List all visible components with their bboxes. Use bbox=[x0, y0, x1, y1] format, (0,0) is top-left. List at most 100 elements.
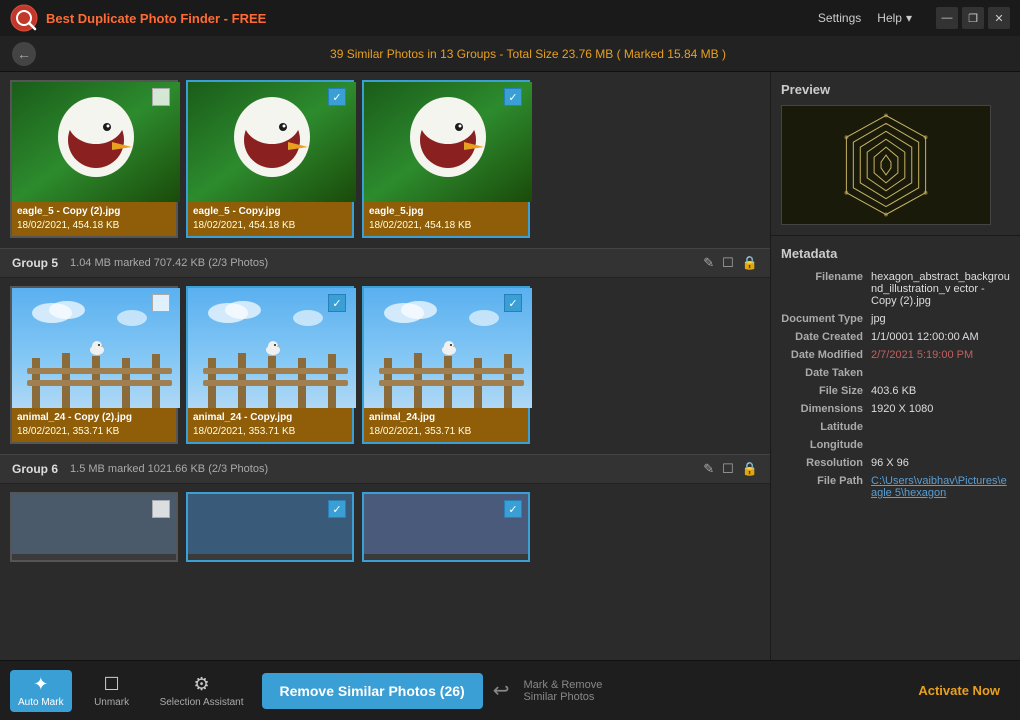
photos-panel[interactable]: eagle_5 - Copy (2).jpg 18/02/2021, 454.1… bbox=[0, 72, 770, 660]
metadata-latitude-row: Latitude bbox=[781, 421, 1010, 433]
metadata-filesize-row: File Size 403.6 KB bbox=[781, 385, 1010, 397]
group-6-container: Group 6 1.5 MB marked 1021.66 KB (2/3 Ph… bbox=[0, 454, 770, 570]
meta-filepath-label: File Path bbox=[781, 475, 871, 499]
meta-datecreated-value: 1/1/0001 12:00:00 AM bbox=[871, 331, 1010, 343]
photo-checkbox[interactable]: ✓ bbox=[504, 500, 522, 518]
photo-card[interactable]: ✓ bbox=[362, 492, 530, 562]
photo-checkbox[interactable]: ✓ bbox=[328, 500, 346, 518]
meta-filename-value: hexagon_abstract_background_illustration… bbox=[871, 271, 1010, 307]
photo-card[interactable]: animal_24 - Copy (2).jpg 18/02/2021, 353… bbox=[10, 286, 178, 444]
metadata-longitude-row: Longitude bbox=[781, 439, 1010, 451]
photo-caption: eagle_5 - Copy (2).jpg 18/02/2021, 454.1… bbox=[12, 202, 176, 236]
group-5-photos: animal_24 - Copy (2).jpg 18/02/2021, 353… bbox=[0, 278, 770, 452]
metadata-dimensions-row: Dimensions 1920 X 1080 bbox=[781, 403, 1010, 415]
meta-datetaken-value bbox=[871, 367, 1010, 379]
app-logo bbox=[10, 4, 38, 32]
group-6-actions: ✎ ☐ 🔒 bbox=[703, 461, 758, 477]
group-5-container: Group 5 1.04 MB marked 707.42 KB (2/3 Ph… bbox=[0, 248, 770, 452]
preview-image bbox=[781, 105, 991, 225]
remove-similar-button[interactable]: Remove Similar Photos (26) bbox=[262, 673, 483, 709]
metadata-filepath-row: File Path C:\Users\vaibhav\Pictures\eagl… bbox=[781, 475, 1010, 499]
selection-assistant-label: Selection Assistant bbox=[160, 697, 244, 708]
meta-datemodified-label: Date Modified bbox=[781, 349, 871, 361]
photo-caption: animal_24.jpg 18/02/2021, 353.71 KB bbox=[364, 408, 528, 442]
group-6-photos: ✓ ✓ bbox=[0, 484, 770, 570]
settings-button[interactable]: Settings bbox=[818, 11, 861, 25]
group-4-photos: eagle_5 - Copy (2).jpg 18/02/2021, 454.1… bbox=[0, 72, 770, 246]
minimize-button[interactable]: — bbox=[936, 7, 958, 29]
group-select-icon[interactable]: ☐ bbox=[722, 255, 734, 271]
metadata-doctype-row: Document Type jpg bbox=[781, 313, 1010, 325]
selection-assistant-tool[interactable]: ⚙ Selection Assistant bbox=[152, 670, 252, 712]
unmark-tool[interactable]: ☐ Unmark bbox=[82, 670, 142, 712]
photo-card[interactable] bbox=[10, 492, 178, 562]
group-select-icon[interactable]: ☐ bbox=[722, 461, 734, 477]
photo-checkbox[interactable]: ✓ bbox=[504, 294, 522, 312]
titlebar-left: Best Duplicate Photo Finder - FREE bbox=[10, 4, 266, 32]
preview-title: Preview bbox=[781, 82, 1010, 97]
photo-card[interactable]: ✓ bbox=[362, 286, 530, 444]
mark-remove-hint: Mark & Remove Similar Photos bbox=[523, 679, 602, 703]
meta-longitude-value bbox=[871, 439, 1010, 451]
close-button[interactable]: ✕ bbox=[988, 7, 1010, 29]
metadata-datecreated-row: Date Created 1/1/0001 12:00:00 AM bbox=[781, 331, 1010, 343]
group-6-header: Group 6 1.5 MB marked 1021.66 KB (2/3 Ph… bbox=[0, 454, 770, 484]
meta-filename-label: Filename bbox=[781, 271, 871, 307]
metadata-resolution-row: Resolution 96 X 96 bbox=[781, 457, 1010, 469]
auto-mark-label: Auto Mark bbox=[18, 697, 64, 708]
photo-checkbox[interactable] bbox=[152, 88, 170, 106]
group-5-actions: ✎ ☐ 🔒 bbox=[703, 255, 758, 271]
group-edit-icon[interactable]: ✎ bbox=[703, 461, 714, 477]
photo-card[interactable]: ✓ bbox=[186, 286, 354, 444]
metadata-title: Metadata bbox=[781, 246, 1010, 261]
meta-dimensions-label: Dimensions bbox=[781, 403, 871, 415]
meta-resolution-value: 96 X 96 bbox=[871, 457, 1010, 469]
photo-checkbox[interactable]: ✓ bbox=[504, 88, 522, 106]
titlebar: Best Duplicate Photo Finder - FREE Setti… bbox=[0, 0, 1020, 36]
help-button[interactable]: Help ▾ bbox=[877, 11, 912, 25]
meta-filesize-value: 403.6 KB bbox=[871, 385, 1010, 397]
photo-card[interactable]: ✓ bbox=[362, 80, 530, 238]
meta-latitude-value bbox=[871, 421, 1010, 433]
meta-doctype-label: Document Type bbox=[781, 313, 871, 325]
meta-datetaken-label: Date Taken bbox=[781, 367, 871, 379]
activate-now-button[interactable]: Activate Now bbox=[918, 683, 1000, 698]
meta-filepath-value[interactable]: C:\Users\vaibhav\Pictures\eagle 5\hexago… bbox=[871, 475, 1010, 499]
metadata-datemodified-row: Date Modified 2/7/2021 5:19:00 PM bbox=[781, 349, 1010, 361]
app-title: Best Duplicate Photo Finder - FREE bbox=[46, 11, 266, 26]
auto-mark-tool[interactable]: ✦ Auto Mark bbox=[10, 670, 72, 712]
metadata-section: Metadata Filename hexagon_abstract_backg… bbox=[771, 236, 1020, 660]
main-area: eagle_5 - Copy (2).jpg 18/02/2021, 454.1… bbox=[0, 72, 1020, 660]
subheader: ← 39 Similar Photos in 13 Groups - Total… bbox=[0, 36, 1020, 72]
photo-caption: eagle_5.jpg 18/02/2021, 454.18 KB bbox=[364, 202, 528, 236]
group-6-name: Group 6 bbox=[12, 462, 58, 476]
photo-caption: animal_24 - Copy.jpg 18/02/2021, 353.71 … bbox=[188, 408, 352, 442]
photo-card[interactable]: eagle_5 - Copy (2).jpg 18/02/2021, 454.1… bbox=[10, 80, 178, 238]
photo-caption: animal_24 - Copy (2).jpg 18/02/2021, 353… bbox=[12, 408, 176, 442]
group-5-header: Group 5 1.04 MB marked 707.42 KB (2/3 Ph… bbox=[0, 248, 770, 278]
photo-card[interactable]: ✓ bbox=[186, 80, 354, 238]
arrow-icon: ↩ bbox=[493, 678, 510, 703]
meta-filesize-label: File Size bbox=[781, 385, 871, 397]
back-button[interactable]: ← bbox=[12, 42, 36, 66]
selection-assistant-icon: ⚙ bbox=[193, 674, 209, 695]
group-lock-icon[interactable]: 🔒 bbox=[742, 461, 758, 477]
photo-checkbox[interactable] bbox=[152, 500, 170, 518]
titlebar-right: Settings Help ▾ — ❐ ✕ bbox=[818, 7, 1010, 29]
group-6-info: 1.5 MB marked 1021.66 KB (2/3 Photos) bbox=[70, 463, 703, 475]
meta-datemodified-value: 2/7/2021 5:19:00 PM bbox=[871, 349, 1010, 361]
preview-svg bbox=[782, 105, 990, 225]
unmark-label: Unmark bbox=[94, 697, 129, 708]
group-edit-icon[interactable]: ✎ bbox=[703, 255, 714, 271]
photo-checkbox[interactable]: ✓ bbox=[328, 294, 346, 312]
photo-checkbox[interactable] bbox=[152, 294, 170, 312]
group-lock-icon[interactable]: 🔒 bbox=[742, 255, 758, 271]
metadata-filename-row: Filename hexagon_abstract_background_ill… bbox=[781, 271, 1010, 307]
chevron-down-icon: ▾ bbox=[906, 11, 912, 25]
meta-resolution-label: Resolution bbox=[781, 457, 871, 469]
photo-card[interactable]: ✓ bbox=[186, 492, 354, 562]
meta-longitude-label: Longitude bbox=[781, 439, 871, 451]
restore-button[interactable]: ❐ bbox=[962, 7, 984, 29]
meta-doctype-value: jpg bbox=[871, 313, 1010, 325]
photo-checkbox[interactable]: ✓ bbox=[328, 88, 346, 106]
